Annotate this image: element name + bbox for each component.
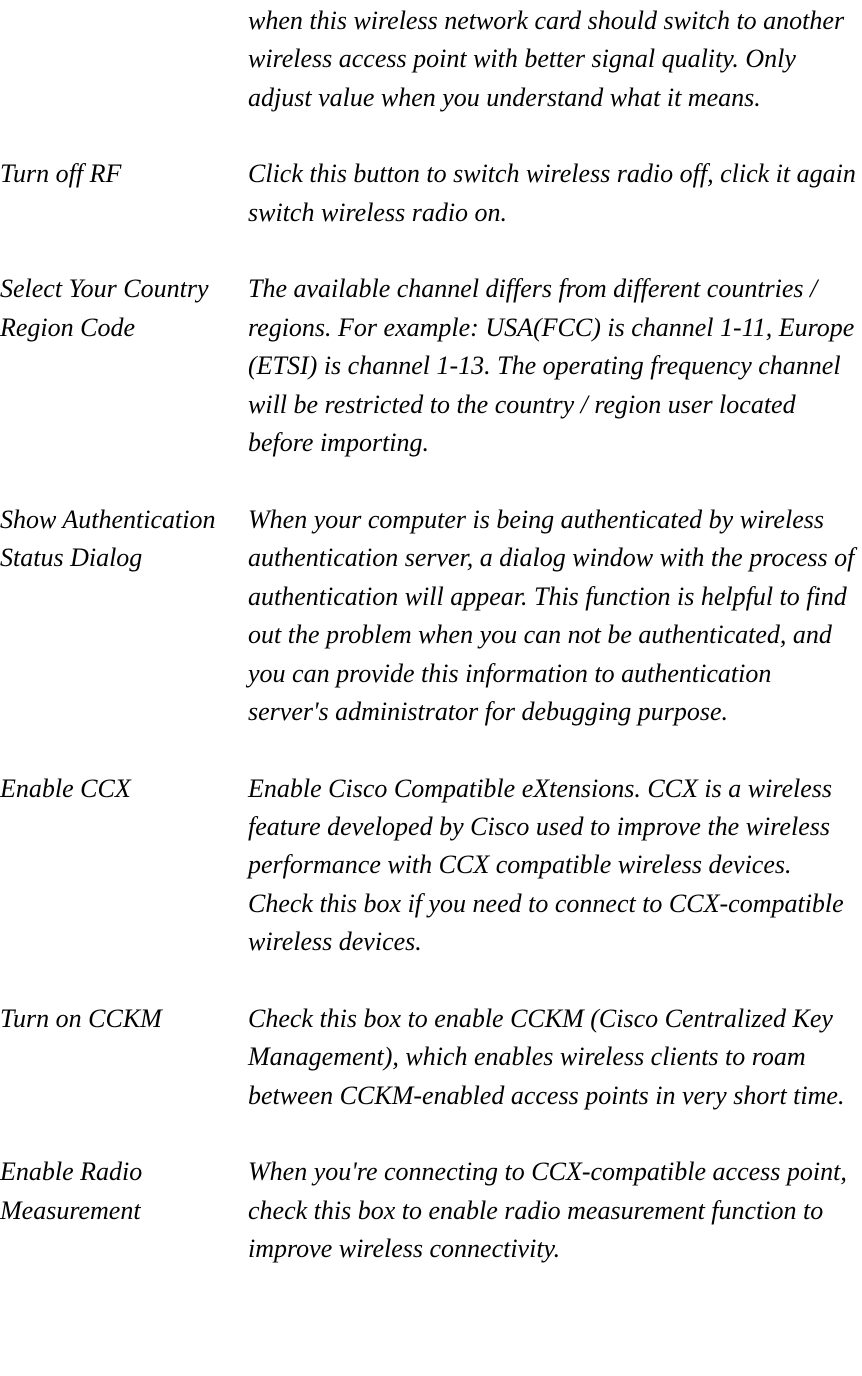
term-label: Turn on CCKM — [0, 1000, 248, 1038]
term-label: Enable CCX — [0, 770, 248, 808]
definition-row: Select Your Country Region Code The avai… — [0, 270, 862, 462]
term-description: Enable Cisco Compatible eXtensions. CCX … — [248, 770, 862, 962]
definition-row: Enable Radio Measurement When you're con… — [0, 1153, 862, 1268]
definition-row: Turn off RF Click this button to switch … — [0, 155, 862, 232]
definition-row: Turn on CCKM Check this box to enable CC… — [0, 1000, 862, 1115]
term-description: When you're connecting to CCX-compatible… — [248, 1153, 862, 1268]
definition-row: Enable CCX Enable Cisco Compatible eXten… — [0, 770, 862, 962]
term-label: Select Your Country Region Code — [0, 270, 248, 347]
term-label: Turn off RF — [0, 155, 248, 193]
definition-row: Show Authentication Status Dialog When y… — [0, 501, 862, 732]
term-description: Check this box to enable CCKM (Cisco Cen… — [248, 1000, 862, 1115]
term-description: Click this button to switch wireless rad… — [248, 155, 862, 232]
term-label: Show Authentication Status Dialog — [0, 501, 248, 578]
term-description: The available channel differs from diffe… — [248, 270, 862, 462]
term-description: When your computer is being authenticate… — [248, 501, 862, 732]
term-description: when this wireless network card should s… — [248, 2, 862, 117]
term-label: Enable Radio Measurement — [0, 1153, 248, 1230]
definition-row: when this wireless network card should s… — [0, 2, 862, 117]
